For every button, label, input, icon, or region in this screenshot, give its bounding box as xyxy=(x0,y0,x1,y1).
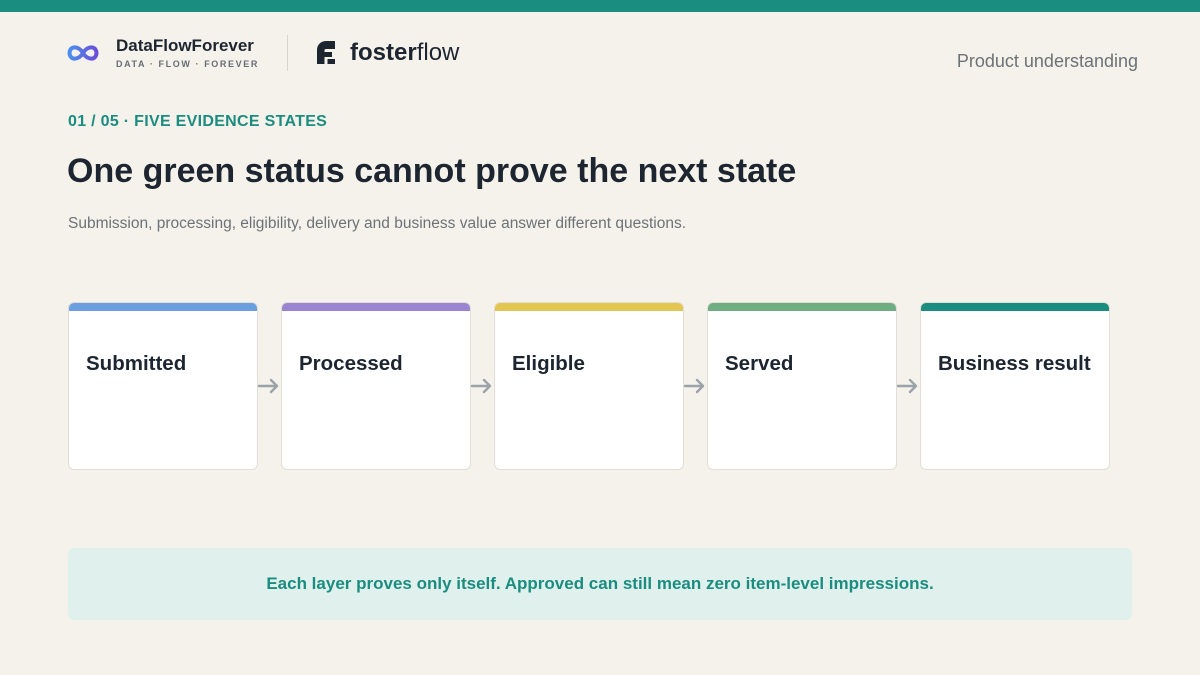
stage-label-served: Served xyxy=(725,352,794,375)
stage-label-submitted: Submitted xyxy=(86,352,187,375)
arrow-right-icon xyxy=(683,378,705,394)
partner-lockup: fosterflow xyxy=(312,38,459,68)
partner-name-bold: foster xyxy=(350,39,417,66)
stage-accent-business-result xyxy=(921,303,1109,311)
top-accent-bar xyxy=(0,0,1200,12)
arrow-right-icon xyxy=(257,378,279,394)
logo-divider xyxy=(287,35,288,71)
stage-accent-submitted xyxy=(69,303,257,311)
stage-label-eligible: Eligible xyxy=(512,352,585,375)
stage-label-business-result: Business result xyxy=(938,352,1091,375)
stage-card-eligible: Eligible xyxy=(494,302,684,470)
arrow-right-icon xyxy=(896,378,918,394)
partner-name-light: flow xyxy=(416,39,460,66)
slide-subtitle: Submission, processing, eligibility, del… xyxy=(68,215,687,232)
stage-accent-processed xyxy=(282,303,470,311)
brand-name: DataFlowForever xyxy=(116,36,254,55)
arrow-right-icon xyxy=(470,378,492,394)
brand-tagline: DATA · FLOW · FOREVER xyxy=(116,59,259,69)
fosterflow-leaf-icon xyxy=(317,41,335,64)
stage-accent-eligible xyxy=(495,303,683,311)
stage-accent-served xyxy=(708,303,896,311)
stage-label-processed: Processed xyxy=(299,352,403,375)
callout-box: Each layer proves only itself. Approved … xyxy=(68,548,1132,620)
brand-lockup: DataFlowForever DATA · FLOW · FOREVER xyxy=(66,36,259,69)
stage-card-submitted: Submitted xyxy=(68,302,258,470)
slide-title: One green status cannot prove the next s… xyxy=(67,152,797,190)
partner-name: fosterflow xyxy=(350,38,459,68)
callout-text: Each layer proves only itself. Approved … xyxy=(266,574,934,593)
stage-card-served: Served xyxy=(707,302,897,470)
stage-card-business-result: Business result xyxy=(920,302,1110,470)
section-label: Product understanding xyxy=(956,51,1138,71)
stage-card-processed: Processed xyxy=(281,302,471,470)
slide-kicker: 01 / 05 · FIVE EVIDENCE STATES xyxy=(68,113,328,130)
infinity-icon xyxy=(67,44,99,61)
